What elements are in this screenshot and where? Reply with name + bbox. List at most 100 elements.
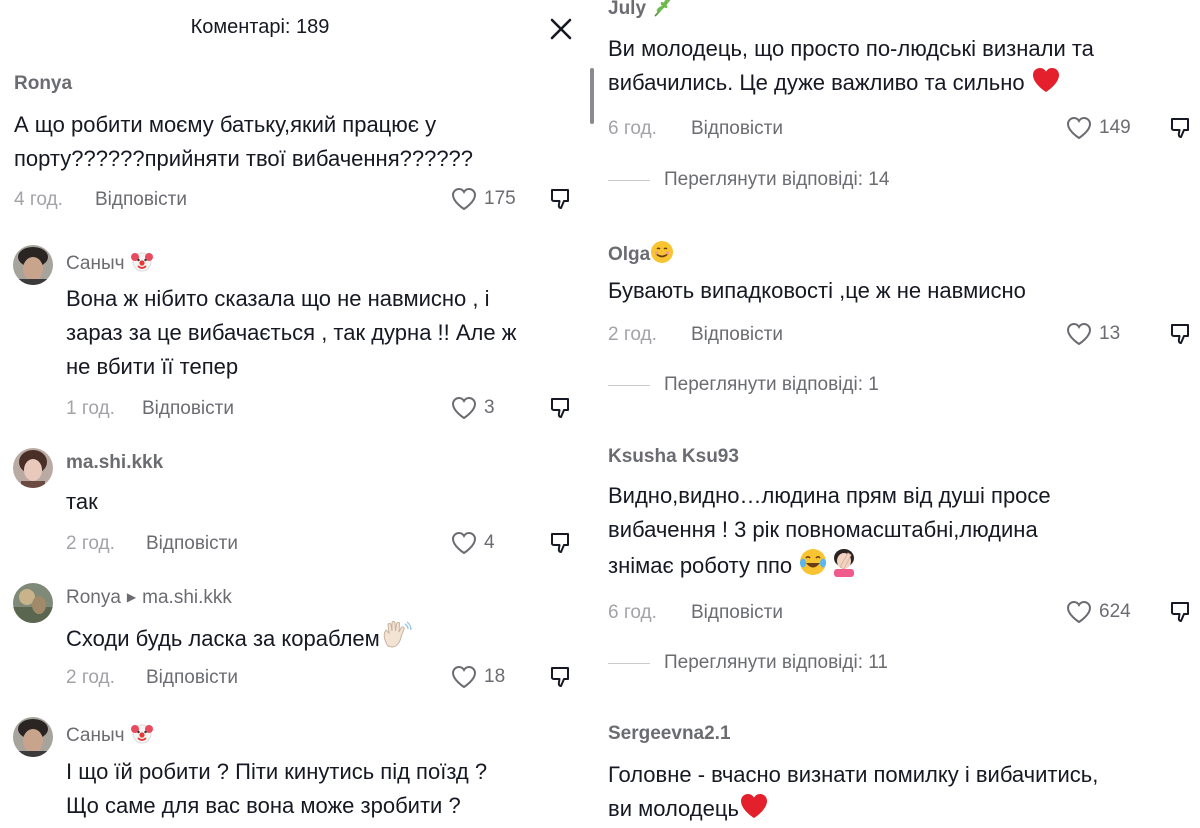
tears-of-joy-emoji [798,547,828,587]
heart-icon [1065,321,1093,347]
view-replies-label: Переглянути відповіді: 11 [664,652,888,673]
scrollbar[interactable] [590,68,594,124]
comment-text: Видно,видно…людина прям від душі просе в… [608,479,1051,587]
comment-username[interactable]: July [608,0,675,24]
like-button[interactable]: 3 [450,395,495,421]
avatar[interactable] [13,583,53,623]
comment-text-span: Сходи будь ласка за кораблем [66,626,380,651]
comment-text-line: Ви молодець, що просто по-людські визнал… [608,36,1094,61]
smiling-emoji [650,240,674,270]
reply-button[interactable]: Відповісти [691,324,783,346]
view-replies-button[interactable]: Переглянути відповіді: 14 [608,168,889,192]
thumbs-down-icon[interactable] [548,530,574,556]
like-button[interactable]: 4 [450,530,495,556]
heart-icon [1065,115,1093,141]
comment-username[interactable]: ma.shi.kkk [66,452,163,474]
comment-time: 2 год. [66,667,115,688]
comment-username-text: Olga [608,244,651,265]
view-replies-button[interactable]: Переглянути відповіді: 1 [608,373,879,397]
like-button[interactable]: 13 [1065,321,1120,347]
heart-icon [1065,599,1093,625]
view-replies-label: Переглянути відповіді: 1 [664,374,879,395]
reply-button[interactable]: Відповісти [146,533,238,555]
comment-username-text: Саныч [66,725,125,746]
comments-panel-left: Коментарі: 189 Ronya А що робити моєму б… [0,0,592,828]
comment-text: Бувають випадковості ,це ж не навмисно [608,274,1026,308]
reply-to-username[interactable]: ma.shi.kkk [142,587,232,608]
comment-text-line: не вбити її тепер [66,354,239,379]
comment-text-span: ви молодець [608,796,739,821]
comment-text-line: так [66,489,98,514]
comment-text-line: зараз за це вибачається , так дурна !! А… [66,320,517,345]
comment-text: Головне - вчасно визнати помилку і вибач… [608,758,1098,828]
reply-button[interactable]: Відповісти [142,398,234,420]
comment-text: Ви молодець, що просто по-людські визнал… [608,32,1094,104]
comment-text-line: Вона ж нібито сказала що не навмисно , і [66,286,490,311]
thumbs-down-icon[interactable] [1168,599,1194,625]
facepalm-emoji [828,547,860,587]
comment-text: А що робити моєму батьку,який працює у п… [14,108,473,176]
like-button[interactable]: 175 [450,186,516,212]
comment-time: 6 год. [608,602,657,623]
comment-text: так [66,485,98,519]
red-heart-emoji [739,792,769,828]
thumbs-down-icon[interactable] [548,664,574,690]
waving-hand-emoji [380,620,412,660]
comments-panel-right: July Ви молодець, що просто по-людські в… [595,0,1200,828]
like-button[interactable]: 149 [1065,115,1131,141]
comment-time: 2 год. [66,533,115,554]
comments-header-title: Коментарі: 189 [190,16,330,38]
like-count: 175 [484,188,516,209]
reply-button[interactable]: Відповісти [146,667,238,689]
comment-text-span: вибачились. Це дуже важливо та сильно [608,70,1025,95]
comment-text-span: знімає роботу ппо [608,553,793,578]
comment-text-line: Сходи будь ласка за кораблем [66,620,412,660]
comment-username[interactable]: Саныч [66,721,154,751]
comment-text-line: ви молодець [608,792,1098,828]
comment-time: 4 год. [14,189,63,210]
like-button[interactable]: 18 [450,664,505,690]
like-count: 149 [1099,117,1131,138]
comment-text-line: порту??????прийняти твої вибачення?????? [14,146,474,171]
comment-text-line: вибачились. Це дуже важливо та сильно [608,66,1094,104]
comment-time: 2 год. [608,324,657,345]
comment-text-line: Що саме для вас вона може зробити ? [66,793,461,818]
reply-arrow-icon: ▶ [126,590,137,604]
reply-button[interactable]: Відповісти [95,189,187,211]
heart-icon [450,530,478,556]
like-count: 624 [1099,601,1131,622]
heart-icon [450,664,478,690]
comment-username[interactable]: Sergeevna2.1 [608,723,731,745]
comment-text: І що їй робити ? Піти кинутись під поїзд… [66,755,487,823]
comment-time: 1 год. [66,398,115,419]
avatar[interactable] [13,245,53,285]
thumbs-down-icon[interactable] [1168,115,1194,141]
comment-text-line: А що робити моєму батьку,який працює у [14,112,437,137]
thumbs-down-icon[interactable] [548,186,574,212]
view-replies-line [608,662,650,664]
like-count: 18 [484,666,506,687]
herb-emoji [651,0,675,24]
like-button[interactable]: 624 [1065,599,1131,625]
comment-username[interactable]: Саныч [66,249,154,279]
comment-username[interactable]: Ronya [14,73,72,95]
comment-text: Сходи будь ласка за кораблем [66,620,412,660]
reply-button[interactable]: Відповісти [691,118,783,140]
thumbs-down-icon[interactable] [548,395,574,421]
like-count: 13 [1099,323,1121,344]
reply-button[interactable]: Відповісти [691,602,783,624]
view-replies-line [608,384,650,386]
comment-username[interactable]: Ksusha Ksu93 [608,446,739,468]
close-icon[interactable] [546,14,576,44]
avatar[interactable] [13,448,53,488]
comment-text-line: І що їй робити ? Піти кинутись під поїзд… [66,759,488,784]
heart-icon [450,186,478,212]
comment-text-line: Бувають випадковості ,це ж не навмисно [608,278,1026,303]
comment-text-line: вибачення ! 3 рік повномасштабні,людина [608,517,1038,542]
avatar[interactable] [13,717,53,757]
comment-username[interactable]: Olga [608,240,674,270]
view-replies-button[interactable]: Переглянути відповіді: 11 [608,651,888,675]
comment-username[interactable]: Ronya ▶ ma.shi.kkk [66,587,232,609]
comment-text-line: Головне - вчасно визнати помилку і вибач… [608,762,1099,787]
thumbs-down-icon[interactable] [1168,321,1194,347]
